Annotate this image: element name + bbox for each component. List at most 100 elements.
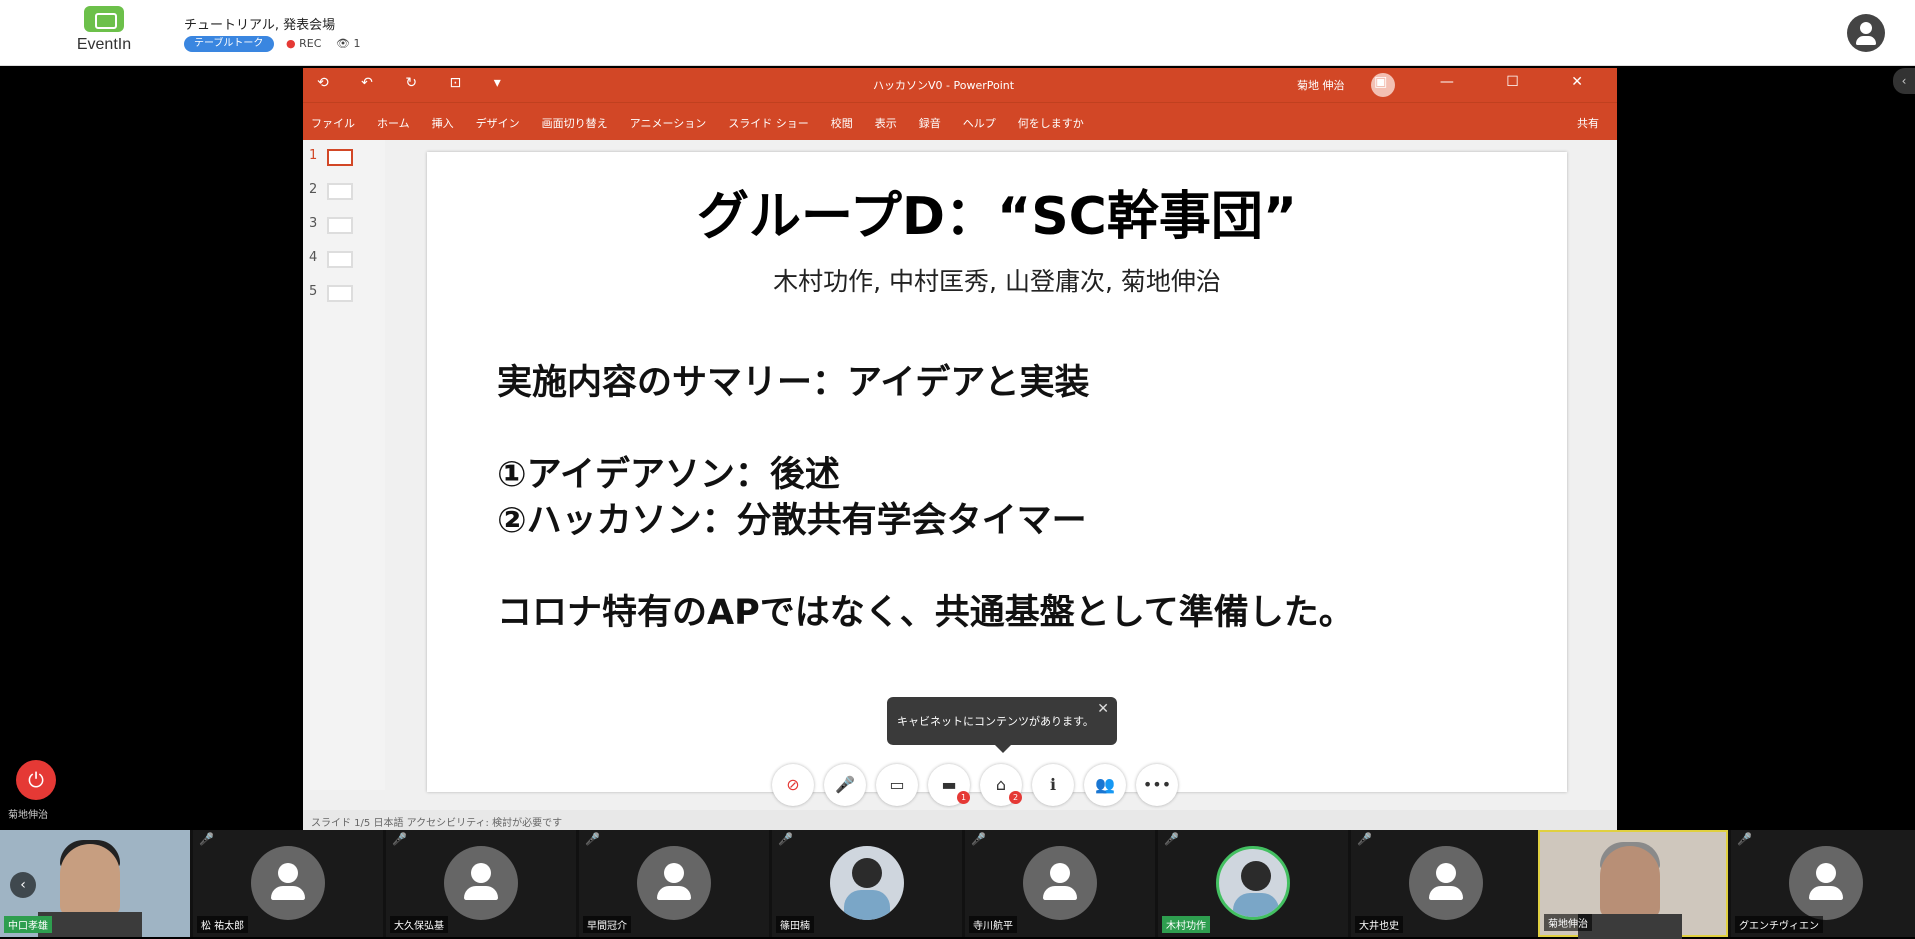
more-icon: ••• bbox=[1142, 775, 1172, 794]
ppt-user-name: 菊地 伸治 bbox=[1297, 79, 1345, 92]
participant-name: 松 祐太郎 bbox=[197, 916, 249, 933]
participant-video bbox=[1600, 846, 1660, 918]
chat-icon: ▬ bbox=[941, 775, 957, 794]
thumbnail-number: 4 bbox=[309, 250, 318, 265]
participant-avatar bbox=[637, 846, 711, 920]
account-avatar[interactable] bbox=[1847, 14, 1885, 52]
ribbon-tab[interactable]: 録音 bbox=[919, 115, 941, 131]
chat-button[interactable]: ▬ 1 bbox=[928, 764, 970, 806]
quick-access-toolbar[interactable]: ⟲ ↶ ↻ ⊡ ▾ bbox=[317, 75, 515, 91]
slide-authors: 木村功作, 中村匡秀, 山登庸次, 菊地伸治 bbox=[773, 267, 1221, 296]
eventin-logo[interactable]: EventIn bbox=[66, 6, 142, 60]
participant-tile[interactable]: 🎤 松 祐太郎 bbox=[193, 830, 383, 937]
tooltip-close-icon[interactable]: ✕ bbox=[1097, 701, 1109, 717]
thumbnail-preview bbox=[327, 285, 353, 302]
participant-name: 早間冠介 bbox=[583, 916, 631, 933]
participant-tile[interactable]: 🎤 大久保弘基 bbox=[386, 830, 576, 937]
chat-badge: 1 bbox=[957, 791, 970, 804]
slide-thumbnail[interactable]: 4 bbox=[309, 250, 353, 268]
participants-button[interactable]: 👥 bbox=[1084, 764, 1126, 806]
participant-tile[interactable]: 🎤 木村功作 bbox=[1158, 830, 1348, 937]
ppt-title-bar: ⟲ ↶ ↻ ⊡ ▾ ハッカソンV0 - PowerPoint 菊地 伸治 ▣ —… bbox=[303, 68, 1617, 102]
thumbnail-preview bbox=[327, 251, 353, 268]
exit-icon: ⏻ bbox=[28, 768, 44, 792]
ribbon-tab[interactable]: 画面切り替え bbox=[542, 115, 608, 131]
slide-line: コロナ特有のAPではなく、共通基盤として準備した。 bbox=[497, 593, 1354, 633]
ribbon-tab[interactable]: 挿入 bbox=[432, 115, 454, 131]
scroll-left-button[interactable]: ‹ bbox=[10, 872, 36, 898]
ribbon-tab[interactable]: デザイン bbox=[476, 115, 520, 131]
tooltip-text: キャビネットにコンテンツがあります。 bbox=[897, 715, 1094, 728]
cabinet-icon: ⌂ bbox=[995, 775, 1007, 794]
logo-icon bbox=[84, 6, 124, 32]
participant-name: 寺川航平 bbox=[969, 916, 1017, 933]
participant-strip: ‹ 中口孝雄 🎤 松 祐太郎 🎤 大久保弘基 🎤 早間冠介 🎤 篠田楠 🎤 寺川… bbox=[0, 830, 1915, 939]
viewer-count-value: 1 bbox=[353, 37, 361, 50]
ppt-status-bar: スライド 1/5 日本語 アクセシビリティ: 検討が必要です bbox=[303, 810, 1617, 830]
eye-icon: 👁 bbox=[336, 37, 354, 50]
participant-name: 菊地伸治 bbox=[1544, 914, 1592, 931]
participant-video bbox=[60, 844, 120, 916]
slide-body: 実施内容のサマリー：アイデアと実装 ①アイデアソン：後述 ②ハッカソン：分散共有… bbox=[497, 360, 1354, 636]
slide-thumbnail[interactable]: 1 bbox=[309, 148, 353, 166]
participant-tile[interactable]: 🎤 寺川航平 bbox=[965, 830, 1155, 937]
rec-label: REC bbox=[299, 37, 322, 50]
ribbon-tab[interactable]: 校閲 bbox=[831, 115, 853, 131]
info-button[interactable]: ℹ bbox=[1032, 764, 1074, 806]
leave-button[interactable]: ⏻ bbox=[16, 760, 56, 800]
mic-muted-icon: 🎤 bbox=[971, 832, 986, 846]
participant-photo bbox=[1216, 846, 1290, 920]
more-button[interactable]: ••• bbox=[1136, 764, 1178, 806]
ribbon-tab[interactable]: ヘルプ bbox=[963, 115, 996, 131]
slide-thumbnail[interactable]: 5 bbox=[309, 284, 353, 302]
participant-avatar bbox=[1409, 846, 1483, 920]
ribbon-tab[interactable]: 表示 bbox=[875, 115, 897, 131]
ppt-ribbon: ファイル ホーム 挿入 デザイン 画面切り替え アニメーション スライド ショー… bbox=[303, 102, 1617, 140]
participant-avatar bbox=[444, 846, 518, 920]
participant-tile[interactable]: 🎤 大井也史 bbox=[1351, 830, 1541, 937]
participant-avatar bbox=[1023, 846, 1097, 920]
ribbon-tab[interactable]: スライド ショー bbox=[728, 115, 809, 131]
participants-icon: 👥 bbox=[1095, 775, 1115, 794]
slide-thumbnail-pane: 1 2 3 4 5 bbox=[303, 140, 385, 790]
slide-thumbnail[interactable]: 2 bbox=[309, 182, 353, 200]
participant-tile-speaking[interactable]: 菊地伸治 bbox=[1538, 830, 1728, 939]
slide-canvas: グループD：“SC幹事団” 木村功作, 中村匡秀, 山登庸次, 菊地伸治 実施内… bbox=[427, 152, 1567, 792]
ribbon-tab[interactable]: ファイル bbox=[311, 115, 355, 131]
screen-share-button[interactable]: ▭ bbox=[876, 764, 918, 806]
slide-line: 実施内容のサマリー：アイデアと実装 bbox=[497, 363, 1090, 403]
participant-avatar bbox=[251, 846, 325, 920]
participant-name: 大久保弘基 bbox=[390, 916, 448, 933]
table-talk-badge: テーブルトーク bbox=[184, 36, 274, 52]
ppt-document-title: ハッカソンV0 - PowerPoint bbox=[873, 79, 1015, 92]
mic-off-icon: 🎤 bbox=[835, 775, 855, 794]
participant-photo bbox=[830, 846, 904, 920]
participant-tile[interactable]: 🎤 篠田楠 bbox=[772, 830, 962, 937]
event-title: チュートリアル, 発表会場 bbox=[184, 18, 336, 33]
ribbon-tab[interactable]: アニメーション bbox=[630, 115, 707, 131]
cabinet-tooltip: キャビネットにコンテンツがあります。 ✕ bbox=[887, 697, 1117, 753]
viewer-count: 👁 1 bbox=[336, 36, 360, 52]
call-toolbar: ⊘ 🎤 ▭ ▬ 1 ⌂ 2 ℹ 👥 ••• bbox=[772, 764, 1178, 806]
camera-off-icon: ⊘ bbox=[786, 775, 800, 794]
thumbnail-number: 2 bbox=[309, 182, 318, 197]
camera-toggle-button[interactable]: ⊘ bbox=[772, 764, 814, 806]
cabinet-button[interactable]: ⌂ 2 bbox=[980, 764, 1022, 806]
slide-thumbnail[interactable]: 3 bbox=[309, 216, 353, 234]
participant-tile[interactable]: 🎤 早間冠介 bbox=[579, 830, 769, 937]
participant-tile[interactable]: 🎤 グエンチヴィエン bbox=[1731, 830, 1915, 937]
share-button[interactable]: 共有 bbox=[1577, 115, 1599, 131]
tell-me-search[interactable]: 何をしますか bbox=[1018, 115, 1084, 131]
ribbon-tab[interactable]: ホーム bbox=[377, 115, 410, 131]
mic-toggle-button[interactable]: 🎤 bbox=[824, 764, 866, 806]
participant-avatar bbox=[1789, 846, 1863, 920]
mic-muted-icon: 🎤 bbox=[1164, 832, 1179, 846]
slide-line: ①アイデアソン：後述 bbox=[497, 455, 840, 495]
mic-muted-icon: 🎤 bbox=[392, 832, 407, 846]
participant-tile[interactable]: ‹ 中口孝雄 bbox=[0, 830, 190, 937]
window-controls[interactable]: ▣ — ☐ ✕ bbox=[1374, 74, 1607, 90]
slide-title: グループD：“SC幹事団” bbox=[696, 187, 1297, 247]
info-icon: ℹ bbox=[1049, 775, 1057, 794]
collapse-panel-button[interactable]: ‹ bbox=[1893, 68, 1915, 94]
rec-dot-icon: ● bbox=[286, 37, 300, 50]
